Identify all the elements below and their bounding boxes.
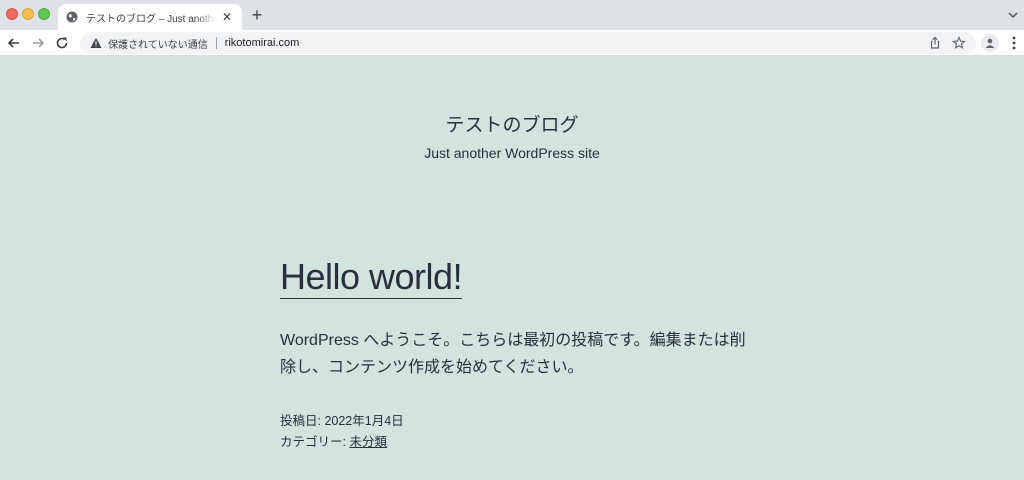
security-status-text[interactable]: 保護されていない通信 [108,36,208,51]
post-category-line: カテゴリー: 未分類 [280,432,750,453]
star-icon[interactable] [952,36,966,50]
arrow-right-icon[interactable] [30,35,46,51]
tab-title: テストのブログ – Just another WordPress site [86,13,216,25]
post-date-label: 投稿日: [280,414,325,428]
address-bar[interactable]: 保護されていない通信 rikotomirai.com [80,32,976,54]
post-date-line: 投稿日: 2022年1月4日 [280,411,750,432]
profile-silhouette-icon [985,38,995,48]
avatar-icon[interactable] [981,34,999,52]
arrow-left-icon[interactable] [6,35,22,51]
browser-toolbar: 保護されていない通信 rikotomirai.com [0,30,1024,56]
site-title[interactable]: テストのブログ [0,114,1024,138]
omnibox-separator [215,37,217,49]
post-article: Hello world! WordPress へようこそ。こちらは最初の投稿です… [280,256,750,453]
site-description: Just another WordPress site [424,145,600,161]
chevron-down-icon[interactable] [1006,8,1020,22]
post-category-label: カテゴリー: [280,435,350,449]
post-title-link[interactable]: Hello world! [280,256,463,299]
url-text[interactable]: rikotomirai.com [225,37,918,49]
reload-icon[interactable] [54,35,70,51]
window-zoom-button[interactable] [38,8,50,20]
tab-strip: テストのブログ – Just another WordPress site ✕ … [0,0,1024,30]
warning-icon[interactable] [90,37,102,49]
post-meta: 投稿日: 2022年1月4日 カテゴリー: 未分類 [280,411,750,453]
tab-close-icon[interactable]: ✕ [220,10,234,24]
globe-icon [66,11,78,23]
post-category-link[interactable]: 未分類 [349,435,387,449]
kebab-menu-icon[interactable] [1009,35,1019,51]
post-body: WordPress へようこそ。こちらは最初の投稿です。編集または削除し、コンテ… [280,332,746,376]
window-close-button[interactable] [6,8,18,20]
post-date[interactable]: 2022年1月4日 [324,414,403,428]
window-minimize-button[interactable] [22,8,34,20]
browser-tab[interactable]: テストのブログ – Just another WordPress site ✕ [58,4,242,30]
site-header: テストのブログ Just another WordPress site [0,114,1024,162]
share-icon[interactable] [928,36,942,50]
new-tab-button[interactable]: + [248,6,266,24]
